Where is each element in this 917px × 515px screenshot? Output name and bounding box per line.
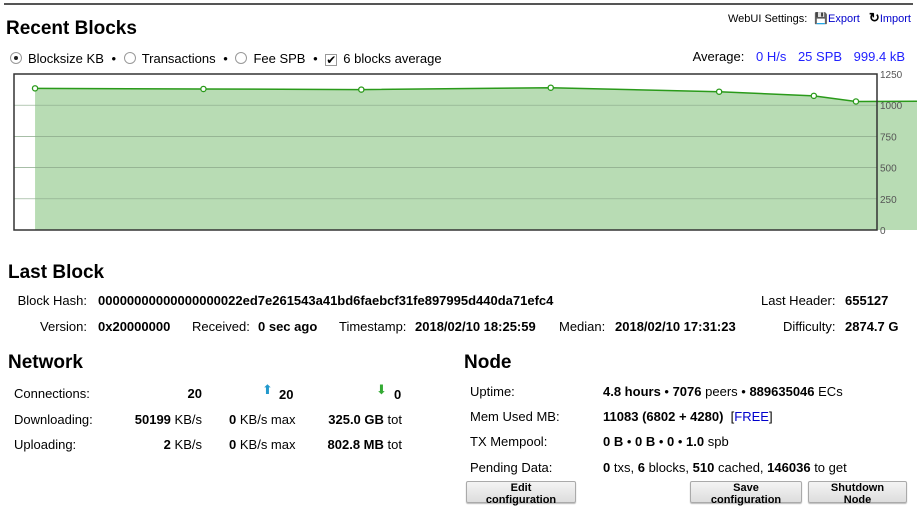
- uptime-value: 4.8 hours • 7076 peers • 889635046 ECs: [603, 384, 843, 399]
- last-header: 655127: [845, 293, 889, 308]
- version-label: Version:: [40, 319, 87, 334]
- separator: •: [223, 51, 228, 66]
- average-stats: Average: 0 H/s 25 SPB 999.4 kB: [693, 49, 905, 64]
- data-point: [715, 88, 723, 95]
- free-link[interactable]: FREE: [734, 409, 769, 424]
- top-divider: [4, 3, 913, 5]
- save-configuration-button[interactable]: Save configuration: [690, 481, 802, 506]
- pending-label: Pending Data:: [470, 460, 553, 475]
- network-title: Network: [8, 352, 83, 373]
- data-point: [810, 92, 818, 100]
- node-title: Node: [464, 352, 512, 373]
- hash-label: Block Hash:: [17, 293, 87, 308]
- uptime-label: Uptime:: [470, 384, 515, 399]
- timestamp-label: Timestamp:: [339, 319, 407, 334]
- average-hashrate: 0 H/s: [755, 49, 787, 64]
- y-tick-label: 250: [880, 195, 897, 206]
- outbound-icon: ⬆: [262, 382, 273, 397]
- export-link[interactable]: Export: [828, 13, 860, 25]
- export-icon[interactable]: 💾: [814, 13, 828, 25]
- y-tick-label: 0: [880, 226, 886, 237]
- mem-value: 11083 (6802 + 4280) [FREE]: [603, 409, 773, 424]
- radio-blocksize[interactable]: [10, 52, 22, 64]
- option-fee[interactable]: Fee SPB: [235, 51, 305, 66]
- received-label: Received:: [192, 319, 250, 334]
- separator: •: [111, 51, 117, 66]
- mempool-label: TX Mempool:: [470, 434, 548, 449]
- data-point: [358, 86, 365, 93]
- up-rate: 2 KB/s: [163, 437, 202, 452]
- separator: •: [313, 51, 318, 66]
- inbound-count: 0: [394, 387, 402, 402]
- average-size: 999.4 kB: [853, 49, 905, 64]
- settings-label: WebUI Settings:: [728, 13, 808, 25]
- option-blocksize[interactable]: Blocksize KB: [10, 51, 104, 66]
- block-hash: 00000000000000000022ed7e261543a41bd6faeb…: [98, 293, 554, 308]
- edit-configuration-button[interactable]: Edit configuration: [466, 481, 576, 506]
- average-checkbox[interactable]: ✔: [325, 54, 338, 66]
- up-max: 0 KB/s max: [229, 437, 296, 452]
- uploading-label: Uploading:: [14, 437, 77, 452]
- median: 2018/02/10 17:31:23: [615, 319, 736, 334]
- up-total: 802.8 MB tot: [327, 437, 402, 452]
- timestamp: 2018/02/10 18:25:59: [415, 319, 536, 334]
- blocksize-chart: 02505007501000125018:0020:0022:0000:0002…: [13, 70, 917, 237]
- last-block-title: Last Block: [8, 262, 105, 283]
- data-point: [547, 84, 554, 91]
- shutdown-node-button[interactable]: Shutdown Node: [808, 481, 907, 506]
- down-rate: 50199 KB/s: [134, 412, 202, 427]
- received: 0 sec ago: [258, 319, 318, 334]
- difficulty-label: Difficulty:: [783, 319, 836, 334]
- pending-value: 0 txs, 6 blocks, 510 cached, 146036 to g…: [603, 460, 847, 475]
- data-point: [200, 85, 207, 93]
- chart-options: Blocksize KB • Transactions • Fee SPB • …: [10, 51, 446, 66]
- down-max: 0 KB/s max: [229, 412, 296, 427]
- connections: 20: [187, 386, 202, 401]
- import-link[interactable]: Import: [880, 13, 911, 25]
- data-point: [852, 98, 860, 105]
- import-icon[interactable]: ↻: [869, 10, 880, 25]
- area-fill: [35, 87, 917, 230]
- option-transactions[interactable]: Transactions: [123, 51, 216, 66]
- page-title: Recent Blocks: [6, 18, 137, 39]
- option-average[interactable]: ✔ 6 blocks average: [325, 51, 442, 66]
- outbound-count: 20: [279, 387, 294, 402]
- down-total: 325.0 GB tot: [328, 412, 402, 427]
- mem-label: Mem Used MB:: [470, 409, 560, 424]
- average-label: Average:: [692, 49, 745, 64]
- connections-label: Connections:: [14, 386, 90, 401]
- median-label: Median:: [559, 319, 606, 334]
- average-fee: 25 SPB: [797, 49, 843, 64]
- y-tick-label: 750: [880, 132, 897, 143]
- y-tick-label: 1000: [880, 101, 903, 112]
- last-header-label: Last Header:: [761, 293, 836, 308]
- y-tick-label: 500: [880, 164, 897, 175]
- data-point: [31, 85, 39, 92]
- version: 0x20000000: [98, 319, 171, 334]
- mempool-value: 0 B • 0 B • 0 • 1.0 spb: [603, 434, 729, 449]
- downloading-label: Downloading:: [14, 412, 93, 427]
- y-tick-label: 1250: [880, 70, 903, 81]
- difficulty: 2874.7 G: [845, 319, 899, 334]
- radio-transactions[interactable]: [123, 52, 136, 64]
- webui-settings: WebUI Settings: 💾Export ↻Import: [728, 10, 911, 26]
- radio-fee[interactable]: [235, 52, 248, 64]
- inbound-icon: ⬇: [376, 382, 387, 397]
